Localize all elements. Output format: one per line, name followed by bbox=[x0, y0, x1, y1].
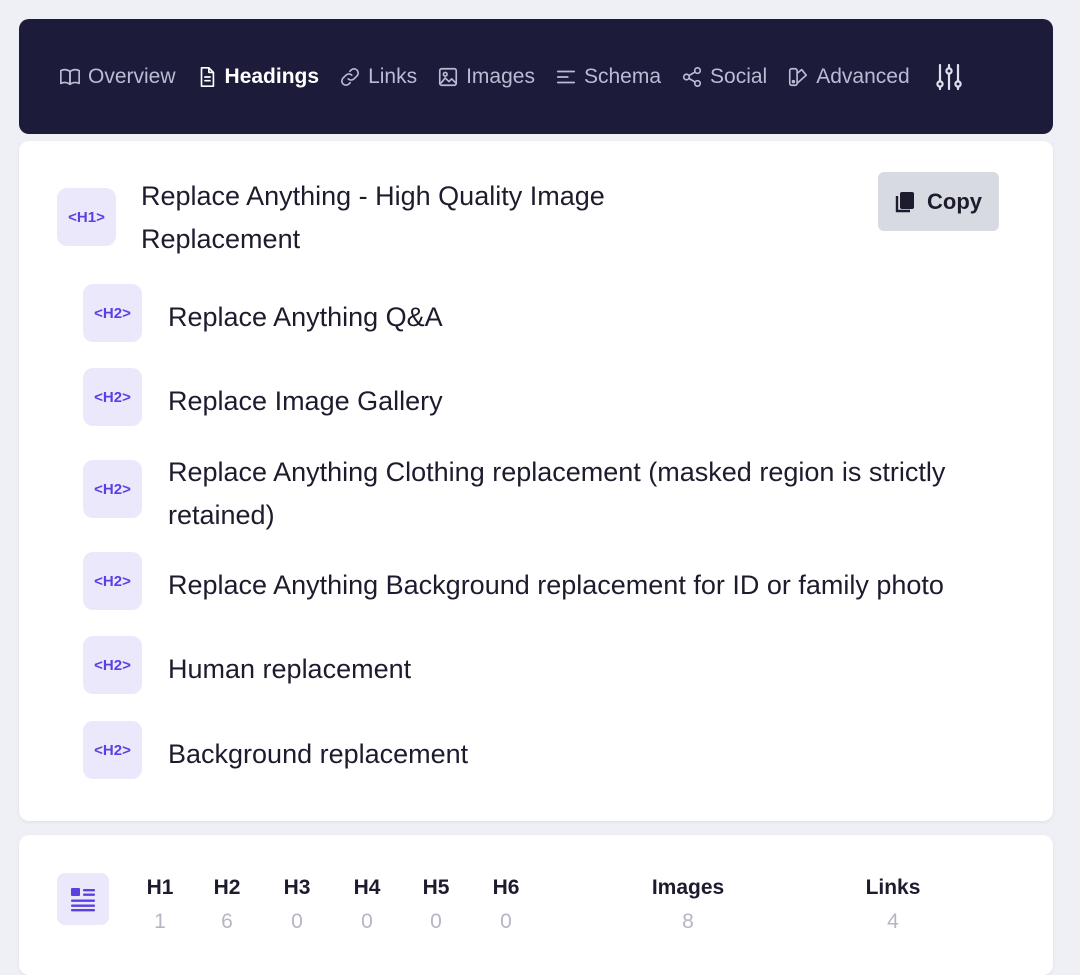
stats-badge bbox=[57, 873, 109, 925]
nav-tab-images[interactable]: Images bbox=[437, 65, 535, 89]
stat-links: Links 4 bbox=[838, 875, 948, 935]
nav-tab-label: Images bbox=[466, 64, 535, 88]
lines-icon bbox=[556, 70, 576, 83]
heading-text: Replace Anything Q&A bbox=[168, 302, 443, 332]
nav-tab-label: Social bbox=[710, 64, 768, 88]
copy-label: Copy bbox=[927, 188, 982, 214]
nav-tab-overview[interactable]: Overview bbox=[59, 65, 176, 89]
nav-tab-advanced[interactable]: Advanced bbox=[787, 64, 910, 89]
copy-button[interactable]: Copy bbox=[878, 172, 999, 231]
heading-text: Background replacement bbox=[168, 739, 469, 769]
stat-h6: H6 0 bbox=[461, 875, 551, 935]
h2-tag-badge: <H2> bbox=[83, 368, 142, 426]
document-icon bbox=[200, 66, 214, 87]
stat-label: Links bbox=[865, 876, 921, 899]
image-icon bbox=[439, 67, 458, 86]
stat-label: H6 bbox=[492, 876, 520, 899]
h2-tag-badge: <H2> bbox=[83, 460, 142, 518]
nav-tab-label: Schema bbox=[583, 64, 662, 88]
swatch-icon bbox=[789, 67, 808, 86]
heading-text: Replace Image Gallery bbox=[168, 386, 443, 416]
nav-tab-label: Advanced bbox=[816, 64, 910, 88]
headings-panel: Copy <H1> Replace Anything - High Qualit… bbox=[19, 141, 1053, 821]
stat-value: 0 bbox=[500, 910, 512, 933]
heading-text: Replace Anything Background replacement … bbox=[168, 570, 944, 600]
stat-value: 8 bbox=[682, 910, 694, 933]
nav-tab-label: Links bbox=[368, 64, 418, 88]
nav-tab-social[interactable]: Social bbox=[681, 65, 767, 89]
share-icon bbox=[682, 66, 702, 87]
list-layout-icon bbox=[71, 888, 95, 912]
link-icon bbox=[341, 67, 360, 86]
nav-tab-label: Headings bbox=[224, 64, 320, 88]
book-open-icon bbox=[60, 68, 80, 85]
stat-value: 4 bbox=[887, 910, 899, 933]
heading-text: Human replacement bbox=[168, 654, 412, 684]
h2-tag-badge: <H2> bbox=[83, 552, 142, 610]
settings-button[interactable] bbox=[934, 62, 964, 92]
h2-tag-badge: <H2> bbox=[83, 721, 142, 779]
sliders-icon bbox=[935, 63, 962, 90]
nav-tab-headings[interactable]: Headings bbox=[196, 64, 320, 89]
h1-tag-badge: <H1> bbox=[57, 188, 116, 246]
nav-tab-links[interactable]: Links bbox=[339, 65, 417, 89]
nav-tab-schema[interactable]: Schema bbox=[555, 65, 661, 89]
heading-text: Replace Anything - High Quality Image Re… bbox=[141, 181, 605, 254]
copy-icon bbox=[895, 191, 914, 212]
nav-tab-label: Overview bbox=[88, 64, 176, 88]
stat-images: Images 8 bbox=[633, 875, 743, 935]
top-nav: Overview Headings Links Images Schema So… bbox=[19, 19, 1053, 134]
h2-tag-badge: <H2> bbox=[83, 284, 142, 342]
h2-tag-badge: <H2> bbox=[83, 636, 142, 694]
heading-text: Replace Anything Clothing replacement (m… bbox=[168, 457, 946, 530]
heading-stats-panel: H1 1 H2 6 H3 0 H4 0 H5 0 H6 0 Images 8 L… bbox=[19, 835, 1053, 975]
stat-label: Images bbox=[651, 876, 725, 899]
